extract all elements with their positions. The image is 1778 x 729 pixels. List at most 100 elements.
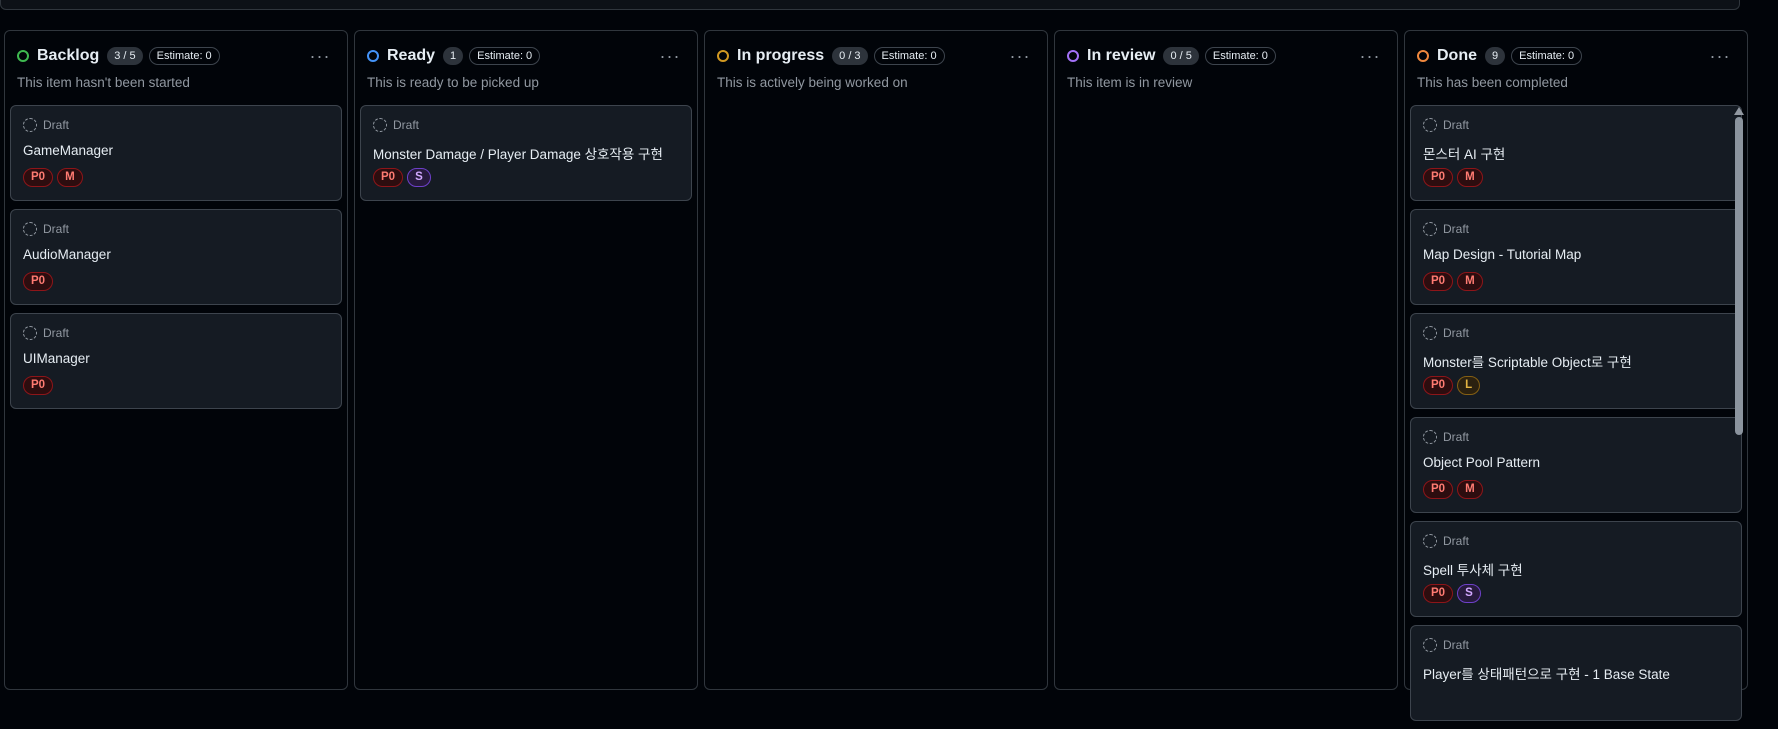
estimate-badge: Estimate: 0 <box>1511 47 1583 65</box>
size-label[interactable]: S <box>407 168 431 187</box>
card-status-label: Draft <box>1443 638 1470 652</box>
board-card[interactable]: Draft Monster를 Scriptable Object로 구현 P0 L <box>1410 313 1742 409</box>
draft-icon <box>23 222 37 236</box>
item-count-badge: 0 / 5 <box>1163 47 1199 65</box>
card-title[interactable]: Monster Damage / Player Damage 상호작용 구현 <box>373 143 663 163</box>
card-status-label: Draft <box>1443 534 1470 548</box>
priority-label[interactable]: P0 <box>1423 480 1454 499</box>
size-label[interactable]: S <box>1457 584 1481 603</box>
item-count-badge: 1 <box>443 47 464 65</box>
board-card[interactable]: Draft Map Design - Tutorial Map P0 M <box>1410 209 1742 305</box>
board-card[interactable]: Draft AudioManager P0 <box>10 209 342 305</box>
column-description: This is ready to be picked up <box>367 75 539 90</box>
card-list: Draft 몬스터 AI 구현 P0 M Draft Map Design - Tutor… <box>1410 105 1742 729</box>
card-status-label: Draft <box>1443 326 1470 340</box>
status-circle-icon <box>1417 50 1429 62</box>
card-title[interactable]: Map Design - Tutorial Map <box>1423 247 1581 262</box>
board-card[interactable]: Draft UIManager P0 <box>10 313 342 409</box>
priority-label[interactable]: P0 <box>1423 376 1454 395</box>
draft-icon <box>1423 534 1437 548</box>
priority-label[interactable]: P0 <box>23 168 54 187</box>
card-status: Draft <box>1423 118 1469 132</box>
card-labels: P0 M <box>23 168 83 187</box>
scroll-up-arrow-icon[interactable] <box>1734 107 1744 115</box>
board-card[interactable]: Draft Spell 투사체 구현 P0 S <box>1410 521 1742 617</box>
card-title[interactable]: Player를 상태패턴으로 구현 - 1 Base State <box>1423 663 1670 683</box>
board-card[interactable]: Draft GameManager P0 M <box>10 105 342 201</box>
item-count-badge: 9 <box>1485 47 1506 65</box>
card-status: Draft <box>23 222 69 236</box>
card-status-label: Draft <box>393 118 420 132</box>
priority-label[interactable]: P0 <box>373 168 404 187</box>
card-status-label: Draft <box>43 326 70 340</box>
scrollbar-thumb[interactable] <box>1735 117 1743 435</box>
column-title: In progress <box>737 47 825 64</box>
status-circle-icon <box>717 50 729 62</box>
size-label[interactable]: L <box>1457 376 1481 395</box>
priority-label[interactable]: P0 <box>1423 584 1454 603</box>
column-title: In review <box>1087 47 1156 64</box>
board-card[interactable]: Draft Monster Damage / Player Damage 상호작용… <box>360 105 692 201</box>
card-status: Draft <box>23 118 69 132</box>
size-label[interactable]: M <box>57 168 83 187</box>
estimate-badge: Estimate: 0 <box>1204 47 1276 65</box>
column-description: This is actively being worked on <box>717 75 908 90</box>
board-card[interactable]: Draft Object Pool Pattern P0 M <box>1410 417 1742 513</box>
column-title: Ready <box>387 47 436 64</box>
size-label[interactable]: M <box>1457 168 1483 187</box>
priority-label[interactable]: P0 <box>23 376 54 395</box>
card-labels: P0 L <box>1423 376 1481 395</box>
item-count-badge: 0 / 3 <box>832 47 868 65</box>
board-card[interactable]: Draft 몬스터 AI 구현 P0 M <box>1410 105 1742 201</box>
column-more-options-icon[interactable]: ··· <box>655 45 685 67</box>
card-title[interactable]: UIManager <box>23 351 90 366</box>
card-title[interactable]: Monster를 Scriptable Object로 구현 <box>1423 351 1632 371</box>
status-circle-icon <box>1067 50 1079 62</box>
card-status: Draft <box>373 118 419 132</box>
card-title[interactable]: AudioManager <box>23 247 111 262</box>
priority-label[interactable]: P0 <box>23 272 54 291</box>
card-status: Draft <box>1423 222 1469 236</box>
card-labels: P0 M <box>1423 272 1483 291</box>
column-more-options-icon[interactable]: ··· <box>1705 45 1735 67</box>
card-list: Draft GameManager P0 M Draft AudioManager P0 Dr… <box>10 105 342 417</box>
item-count-badge: 3 / 5 <box>107 47 143 65</box>
column-header: Backlog 3 / 5 Estimate: 0 ··· <box>17 45 335 67</box>
column-header: Ready 1 Estimate: 0 ··· <box>367 45 685 67</box>
card-labels: P0 S <box>1423 584 1481 603</box>
top-filter-bar[interactable] <box>0 0 1740 10</box>
estimate-badge: Estimate: 0 <box>469 47 541 65</box>
column-more-options-icon[interactable]: ··· <box>1005 45 1035 67</box>
card-status: Draft <box>1423 638 1469 652</box>
column-more-options-icon[interactable]: ··· <box>305 45 335 67</box>
card-status-label: Draft <box>1443 118 1470 132</box>
column-in-review: In review 0 / 5 Estimate: 0 ··· This item is… <box>1054 30 1398 690</box>
draft-icon <box>1423 222 1437 236</box>
card-status: Draft <box>1423 326 1469 340</box>
column-description: This item is in review <box>1067 75 1193 90</box>
column-header: In review 0 / 5 Estimate: 0 ··· <box>1067 45 1385 67</box>
draft-icon <box>1423 326 1437 340</box>
size-label[interactable]: M <box>1457 272 1483 291</box>
card-labels: P0 <box>23 272 54 291</box>
card-labels: P0 M <box>1423 168 1483 187</box>
priority-label[interactable]: P0 <box>1423 168 1454 187</box>
card-title[interactable]: GameManager <box>23 143 113 158</box>
card-list: Draft Monster Damage / Player Damage 상호작용… <box>360 105 692 209</box>
card-status: Draft <box>1423 534 1469 548</box>
project-board: Backlog 3 / 5 Estimate: 0 ··· This item hasn… <box>0 30 1778 721</box>
card-status: Draft <box>1423 430 1469 444</box>
size-label[interactable]: M <box>1457 480 1483 499</box>
board-card[interactable]: Draft Player를 상태패턴으로 구현 - 1 Base State <box>1410 625 1742 721</box>
column-description: This has been completed <box>1417 75 1568 90</box>
card-title[interactable]: Spell 투사체 구현 <box>1423 559 1523 579</box>
card-labels: P0 S <box>373 168 431 187</box>
draft-icon <box>1423 118 1437 132</box>
card-title[interactable]: Object Pool Pattern <box>1423 455 1540 470</box>
card-status-label: Draft <box>43 222 70 236</box>
priority-label[interactable]: P0 <box>1423 272 1454 291</box>
column-header: In progress 0 / 3 Estimate: 0 ··· <box>717 45 1035 67</box>
column-more-options-icon[interactable]: ··· <box>1355 45 1385 67</box>
column-scrollbar[interactable] <box>1734 105 1744 680</box>
card-title[interactable]: 몬스터 AI 구현 <box>1423 143 1505 163</box>
